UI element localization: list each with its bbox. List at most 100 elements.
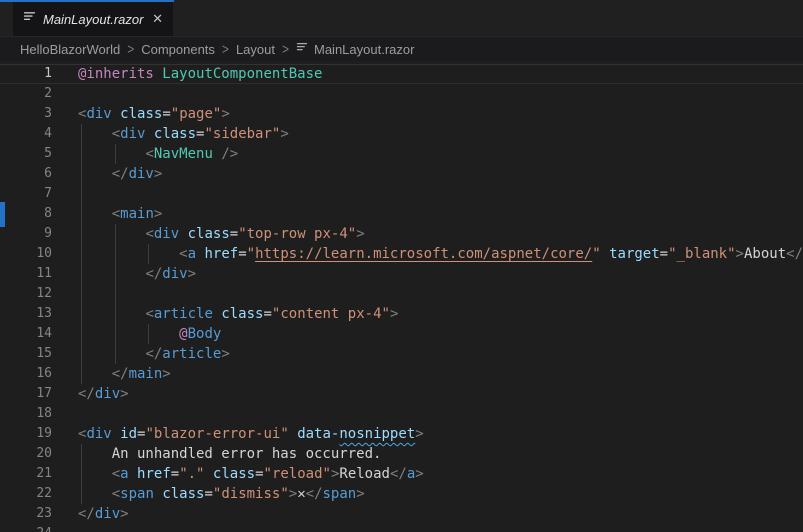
- code-line-content[interactable]: An unhandled error has occurred.: [78, 444, 803, 464]
- breadcrumb-item-mainlayout-razor[interactable]: MainLayout.razor: [314, 42, 414, 57]
- line-number[interactable]: 2: [0, 84, 52, 104]
- code-token: >: [221, 106, 229, 122]
- code-token: main: [120, 206, 154, 222]
- line-number[interactable]: 5: [0, 144, 52, 164]
- code-line-content[interactable]: <div class="sidebar">: [78, 124, 803, 144]
- code-line-content[interactable]: </article>: [78, 344, 803, 364]
- code-line-content[interactable]: </div>: [78, 384, 803, 404]
- code-line-content[interactable]: <NavMenu />: [78, 144, 803, 164]
- indent-guide: [81, 204, 82, 224]
- code-line-content[interactable]: [78, 284, 803, 304]
- tab-mainlayout-razor[interactable]: MainLayout.razor ✕: [13, 2, 173, 36]
- line-number[interactable]: 12: [0, 284, 52, 304]
- indent-guide: [81, 324, 82, 344]
- code-line-content[interactable]: [78, 84, 803, 104]
- code-token: div: [95, 386, 120, 402]
- code-area[interactable]: 1@inherits LayoutComponentBase23<div cla…: [0, 61, 803, 532]
- code-line-content[interactable]: <span class="dismiss">✕</span>: [78, 484, 803, 504]
- code-token: class: [162, 486, 204, 502]
- breadcrumb-item-helloblazorworld[interactable]: HelloBlazorWorld: [20, 42, 120, 57]
- line-number[interactable]: 11: [0, 264, 52, 284]
- code-token: <: [179, 246, 187, 262]
- breadcrumb-separator: >: [222, 40, 229, 58]
- code-token: id: [120, 426, 137, 442]
- code-token: span: [120, 486, 154, 502]
- code-line-content[interactable]: </main>: [78, 364, 803, 384]
- line-number[interactable]: 22: [0, 484, 52, 504]
- code-token: />: [221, 146, 238, 162]
- code-line: 20 An unhandled error has occurred.: [0, 444, 803, 464]
- indent-guide: [81, 364, 82, 384]
- indent-guide: [115, 144, 116, 164]
- line-number[interactable]: 14: [0, 324, 52, 344]
- close-icon[interactable]: ✕: [152, 13, 163, 26]
- code-line-content[interactable]: <a href="." class="reload">Reload</a>: [78, 464, 803, 484]
- code-token: href: [137, 466, 171, 482]
- indent-guide: [115, 224, 116, 244]
- line-number[interactable]: 1: [0, 64, 52, 84]
- code-token: "_blank": [668, 246, 735, 262]
- code-token: LayoutComponentBase: [162, 66, 322, 82]
- code-token: >: [356, 486, 364, 502]
- line-number[interactable]: 21: [0, 464, 52, 484]
- line-number[interactable]: 19: [0, 424, 52, 444]
- code-line-content[interactable]: </div>: [78, 164, 803, 184]
- code-token: "top-row px-4": [238, 226, 356, 242]
- line-number[interactable]: 17: [0, 384, 52, 404]
- code-token: [78, 366, 112, 382]
- code-line-content[interactable]: [78, 184, 803, 204]
- code-token: ✕: [297, 486, 305, 502]
- code-line: 7: [0, 184, 803, 204]
- code-token: a: [188, 246, 196, 262]
- line-number[interactable]: 23: [0, 504, 52, 524]
- line-number[interactable]: 9: [0, 224, 52, 244]
- code-token: >: [415, 426, 423, 442]
- code-token: "dismiss": [213, 486, 289, 502]
- code-token: [112, 426, 120, 442]
- line-number[interactable]: 8: [0, 204, 52, 224]
- code-line-content[interactable]: [78, 404, 803, 424]
- line-number[interactable]: 7: [0, 184, 52, 204]
- line-number[interactable]: 18: [0, 404, 52, 424]
- line-number[interactable]: 3: [0, 104, 52, 124]
- code-line: 23 </div>: [0, 504, 803, 524]
- line-number[interactable]: 15: [0, 344, 52, 364]
- indent-guide: [81, 464, 82, 484]
- code-line: 10 <a href="https://learn.microsoft.com/…: [0, 244, 803, 264]
- code-token: <: [112, 126, 120, 142]
- breadcrumb-item-components[interactable]: Components: [141, 42, 215, 57]
- indent-guide: [115, 284, 116, 304]
- code-line-content[interactable]: <a href="https://learn.microsoft.com/asp…: [78, 244, 803, 264]
- line-number[interactable]: 24: [0, 524, 52, 532]
- line-number[interactable]: 6: [0, 164, 52, 184]
- line-number[interactable]: 10: [0, 244, 52, 264]
- code-token: class: [154, 126, 196, 142]
- code-token: "reload": [264, 466, 331, 482]
- code-line-content[interactable]: <article class="content px-4">: [78, 304, 803, 324]
- code-line: 2: [0, 84, 803, 104]
- line-number[interactable]: 16: [0, 364, 52, 384]
- code-token: <: [145, 306, 153, 322]
- code-token: [78, 326, 179, 342]
- code-token: nosnippet: [339, 426, 415, 442]
- code-token: </: [112, 366, 129, 382]
- line-number[interactable]: 20: [0, 444, 52, 464]
- code-line-content[interactable]: </div>: [78, 264, 803, 284]
- breadcrumb-item-layout[interactable]: Layout: [236, 42, 275, 57]
- code-token: [78, 266, 145, 282]
- code-line-content[interactable]: @inherits LayoutComponentBase: [78, 64, 803, 84]
- indent-guide: [81, 224, 82, 244]
- indent-guide: [81, 184, 82, 204]
- code-line-content[interactable]: [78, 524, 803, 532]
- line-number[interactable]: 4: [0, 124, 52, 144]
- code-line-content[interactable]: <div class="top-row px-4">: [78, 224, 803, 244]
- code-line-content[interactable]: <main>: [78, 204, 803, 224]
- code-line-content[interactable]: <div id="blazor-error-ui" data-nosnippet…: [78, 424, 803, 444]
- line-number[interactable]: 13: [0, 304, 52, 324]
- code-line-content[interactable]: <div class="page">: [78, 104, 803, 124]
- code-line-content[interactable]: @Body: [78, 324, 803, 344]
- code-line-content[interactable]: </div>: [78, 504, 803, 524]
- indent-guide: [148, 244, 149, 264]
- indent-guide: [115, 304, 116, 324]
- left-edge-indicator: [0, 202, 5, 227]
